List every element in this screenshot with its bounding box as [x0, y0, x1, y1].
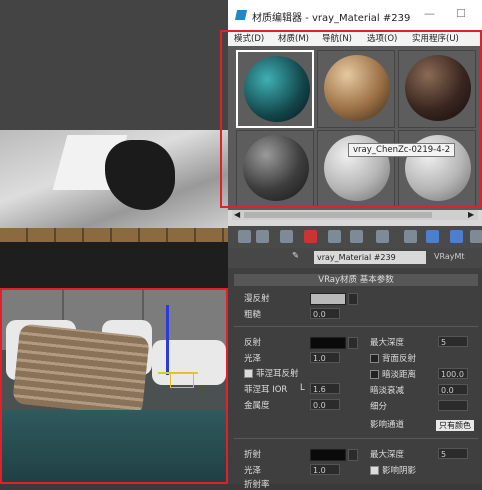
slot-2[interactable] [317, 50, 395, 128]
subdivs-label: 细分 [370, 402, 388, 412]
menu-options[interactable]: 选项(O) [367, 32, 397, 44]
gizmo-plane[interactable] [170, 372, 194, 388]
menu-material[interactable]: 材质(M) [278, 32, 309, 44]
menu-navigation[interactable]: 导航(N) [322, 32, 352, 44]
viewport-top[interactable] [0, 0, 228, 242]
assign-to-selection-icon[interactable] [280, 230, 293, 243]
dim-distance-spinner[interactable]: 100.0 [438, 368, 468, 379]
dim-falloff-label: 暗淡衰减 [370, 386, 405, 396]
reflect-label: 反射 [244, 338, 262, 348]
menu-bar: 模式(D) 材质(M) 导航(N) 选项(O) 实用程序(U) [228, 30, 482, 46]
go-to-parent-icon[interactable] [470, 230, 482, 243]
material-editor-window: 材质编辑器 - vray_Material #239 — ☐ 模式(D) 材质(… [220, 0, 482, 490]
roughness-spinner[interactable]: 0.0 [310, 308, 340, 319]
app-logo-icon [234, 10, 248, 20]
dark-gray-sphere-icon [243, 135, 309, 201]
parameters-panel: VRay材质 基本参数 漫反射 粗糙 0.0 反射 光泽 1.0 菲涅耳反射 菲… [228, 268, 482, 490]
roughness-label: 粗糙 [244, 310, 262, 320]
slot-1[interactable] [236, 50, 314, 128]
title-bar[interactable]: 材质编辑器 - vray_Material #239 — ☐ [228, 0, 482, 30]
maximize-icon[interactable]: ☐ [456, 7, 466, 20]
material-name-field[interactable]: vray_Material #239 [314, 251, 426, 264]
copy-material-icon[interactable] [328, 230, 341, 243]
fresnel-ior-label: 菲涅耳 IOR [244, 385, 288, 395]
scroll-right-icon[interactable]: ▶ [468, 210, 474, 219]
viewport-divider [0, 242, 228, 288]
refract-label: 折射 [244, 450, 262, 460]
back-reflect-label: 背面反射 [382, 354, 417, 364]
dim-falloff-spinner[interactable]: 0.0 [438, 384, 468, 395]
refract-max-depth-spinner[interactable]: 5 [438, 448, 468, 459]
diffuse-color-swatch[interactable] [310, 293, 346, 305]
rollout-header[interactable]: VRay材质 基本参数 [234, 274, 478, 286]
put-to-library-icon[interactable] [376, 230, 389, 243]
gloss-label: 光泽 [244, 354, 262, 364]
scroll-left-icon[interactable]: ◀ [234, 210, 240, 219]
slot-6[interactable] [398, 130, 476, 208]
fresnel-label: 菲涅耳反射 [256, 369, 299, 379]
show-in-viewport-icon[interactable] [426, 230, 439, 243]
menu-utilities[interactable]: 实用程序(U) [412, 32, 459, 44]
viewport-background [0, 0, 228, 130]
material-id-icon[interactable] [404, 230, 417, 243]
scroll-thumb[interactable] [244, 212, 432, 218]
wood-sphere-icon [324, 55, 390, 121]
affect-shadows-label: 影响阴影 [382, 466, 417, 476]
slot-tooltip: vray_ChenZc-0219-4-2 [348, 143, 456, 157]
blanket [2, 410, 226, 482]
subdivs-spinner[interactable] [438, 400, 468, 411]
gizmo-z-axis[interactable] [166, 305, 169, 375]
sample-slots: vray_ChenZc-0219-4-2 [228, 46, 482, 210]
eyedropper-icon[interactable]: ✎ [292, 251, 299, 261]
minimize-icon[interactable]: — [424, 7, 435, 20]
max-depth-label: 最大深度 [370, 338, 405, 348]
pillow-striped [12, 323, 150, 417]
wood-strip [0, 228, 228, 242]
metalness-label: 金属度 [244, 401, 270, 411]
diffuse-map-button[interactable] [348, 293, 358, 305]
reflect-map-button[interactable] [348, 337, 358, 349]
diffuse-label: 漫反射 [244, 294, 270, 304]
show-end-result-icon[interactable] [450, 230, 463, 243]
separator [234, 438, 478, 439]
metalness-spinner[interactable]: 0.0 [310, 399, 340, 410]
max-depth-spinner[interactable]: 5 [438, 336, 468, 347]
refract-gloss-label: 光泽 [244, 466, 262, 476]
fresnel-checkbox[interactable] [244, 369, 253, 378]
refract-color-swatch[interactable] [310, 449, 346, 461]
window-title: 材质编辑器 - vray_Material #239 [252, 13, 411, 24]
fresnel-ior-lock[interactable]: L [300, 383, 305, 393]
fresnel-ior-spinner[interactable]: 1.6 [310, 383, 340, 394]
reset-map-icon[interactable] [304, 230, 317, 243]
refract-max-depth-label: 最大深度 [370, 450, 405, 460]
affect-channels-dropdown[interactable]: 只有颜色 [436, 420, 474, 431]
slot-3[interactable] [398, 50, 476, 128]
slots-scrollbar[interactable]: ◀ ▶ [232, 210, 478, 220]
refract-gloss-spinner[interactable]: 1.0 [310, 464, 340, 475]
affect-channels-label: 影响通道 [370, 420, 405, 430]
gloss-spinner[interactable]: 1.0 [310, 352, 340, 363]
affect-shadows-checkbox[interactable] [370, 466, 379, 475]
slot-4[interactable] [236, 130, 314, 208]
separator [234, 326, 478, 327]
get-material-icon[interactable] [238, 230, 251, 243]
dark-wood-sphere-icon [405, 55, 471, 121]
slot-5[interactable] [317, 130, 395, 208]
dim-distance-checkbox[interactable] [370, 370, 379, 379]
ior-label: 折射率 [244, 480, 270, 490]
make-unique-icon[interactable] [350, 230, 363, 243]
dim-distance-label: 暗淡距离 [382, 370, 417, 380]
editor-toolbar [228, 226, 482, 248]
put-to-scene-icon[interactable] [256, 230, 269, 243]
material-name-row: ✎ vray_Material #239 VRayMt [228, 248, 482, 268]
material-type-button[interactable]: VRayMt [434, 252, 465, 261]
teal-speckled-sphere-icon [244, 56, 310, 122]
refract-map-button[interactable] [348, 449, 358, 461]
reflect-color-swatch[interactable] [310, 337, 346, 349]
menu-mode[interactable]: 模式(D) [234, 32, 264, 44]
back-reflect-checkbox[interactable] [370, 354, 379, 363]
